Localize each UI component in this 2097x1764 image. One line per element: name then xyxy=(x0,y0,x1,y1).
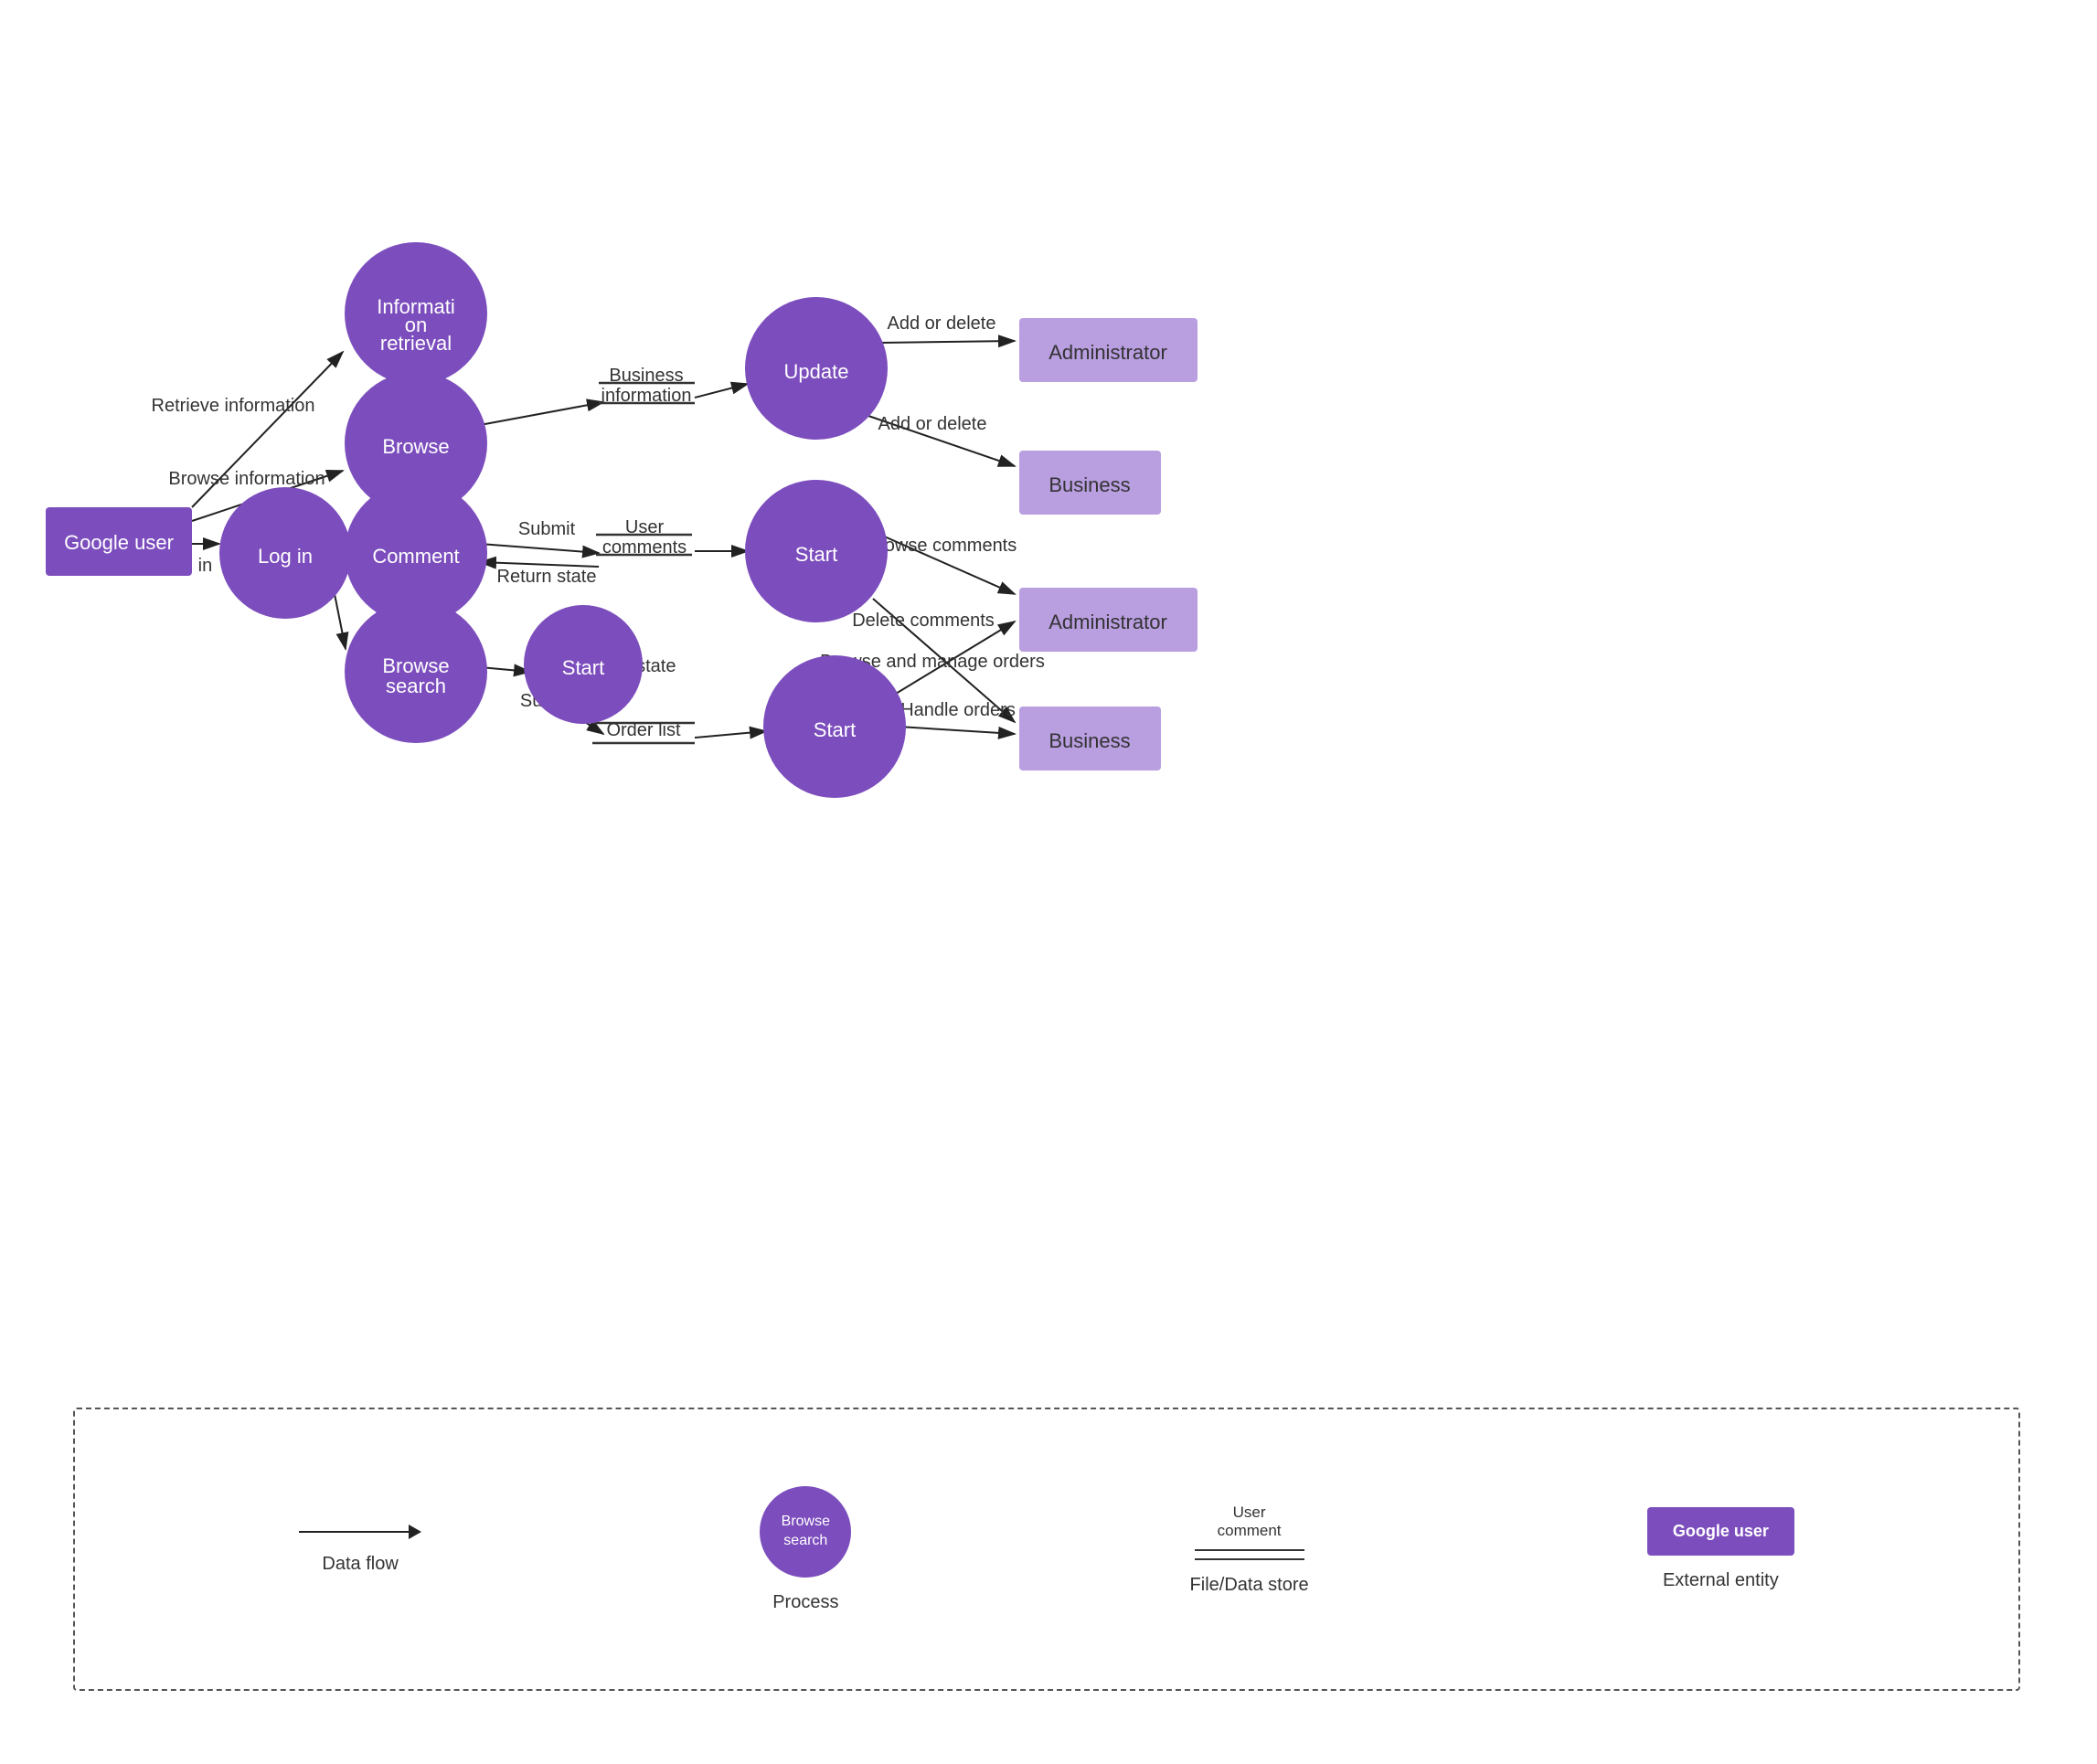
legend-inner: Data flow Browse search Process User com… xyxy=(75,1409,2018,1689)
browse-search-label2: search xyxy=(386,675,446,697)
legend-datastore-label: File/Data store xyxy=(1190,1575,1309,1596)
browse-label: Browse xyxy=(382,435,449,458)
comment-label: Comment xyxy=(372,545,459,568)
edge-label-returnstate: Return state xyxy=(497,567,597,587)
edge-label-adddelete1: Add or delete xyxy=(888,313,996,334)
legend-arrow-line xyxy=(299,1531,409,1533)
edge-startorder-to-biz2 xyxy=(899,727,1015,734)
legend-arrow-head xyxy=(409,1525,421,1539)
legend-process-text: Browse search xyxy=(782,1513,830,1551)
administrator2-label: Administrator xyxy=(1048,611,1167,633)
legend-dataflow: Data flow xyxy=(299,1525,421,1575)
legend-datastore-line2 xyxy=(1195,1558,1304,1560)
legend-entity-rect: Google user xyxy=(1647,1507,1794,1556)
legend-process-circle: Browse search xyxy=(760,1486,851,1578)
edge-label-retrieve: Retrieve information xyxy=(152,396,315,416)
legend-process: Browse search Process xyxy=(760,1486,851,1613)
business2-label: Business xyxy=(1048,729,1130,752)
legend-datastore-lines: User comment xyxy=(1195,1504,1304,1560)
start-comment-label: Start xyxy=(795,543,837,566)
diagram-container: Retrieve information Browse information … xyxy=(0,0,2097,1764)
edge-label-browse-info: Browse information xyxy=(168,469,325,489)
login-label: Log in xyxy=(258,545,313,568)
start-browsesearch-label: Start xyxy=(562,656,604,679)
info-retrieval-label3: retrieval xyxy=(380,332,452,355)
legend-datastore-line1 xyxy=(1195,1549,1304,1551)
edge-label-handleorders: Handle orders xyxy=(900,700,1016,720)
edge-label-browsecomments: Browse comments xyxy=(867,536,1017,556)
legend-dataflow-label: Data flow xyxy=(322,1554,398,1575)
legend-process-label: Process xyxy=(772,1592,838,1613)
edge-login-to-browsesearch xyxy=(334,590,346,649)
update-label: Update xyxy=(784,360,849,383)
legend-box: Data flow Browse search Process User com… xyxy=(73,1408,2020,1691)
edge-label-submit: Submit xyxy=(518,519,576,539)
datastore-usercomments-label1: User xyxy=(625,517,665,537)
legend-datastore-text: User comment xyxy=(1195,1504,1304,1540)
legend-entity-label: External entity xyxy=(1663,1570,1779,1591)
edge-update-to-admin1 xyxy=(880,341,1015,343)
datastore-usercomments-label2: comments xyxy=(602,537,687,558)
legend-dataflow-arrow xyxy=(299,1525,421,1539)
edge-browsesearch-to-start xyxy=(480,667,530,672)
edge-comment-to-usercomments xyxy=(480,544,599,553)
edge-orderlist-to-start xyxy=(695,731,766,738)
start-order-label: Start xyxy=(814,718,856,741)
edge-label-adddelete2: Add or delete xyxy=(878,414,987,434)
datastore-bizinfo-label2: information xyxy=(601,386,692,406)
edge-bizinfo-to-update xyxy=(695,384,748,398)
legend-external-entity: Google user External entity xyxy=(1647,1507,1794,1591)
edge-label-deletecomments: Delete comments xyxy=(852,611,995,631)
datastore-bizinfo-label: Business xyxy=(609,366,683,386)
business1-label: Business xyxy=(1048,473,1130,496)
edge-browse-to-bizinfo xyxy=(480,402,603,425)
legend-datastore: User comment File/Data store xyxy=(1190,1504,1309,1596)
administrator1-label: Administrator xyxy=(1048,341,1167,364)
datastore-orderlist-label: Order list xyxy=(606,720,681,740)
google-user-label: Google user xyxy=(64,531,174,554)
legend-datastore-visual: User comment xyxy=(1195,1504,1304,1560)
